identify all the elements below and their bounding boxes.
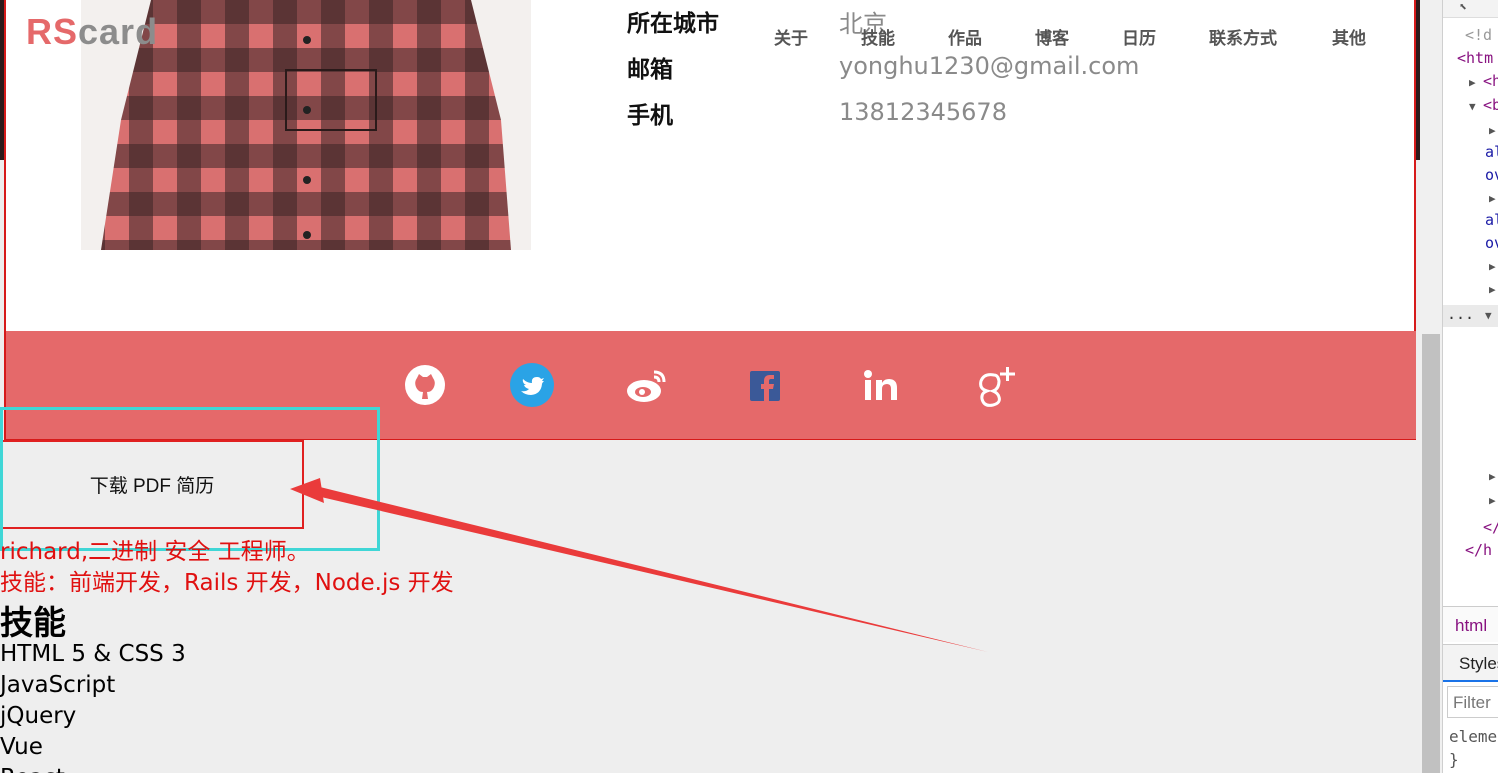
skill-item: HTML 5 & CSS 3 — [0, 641, 186, 667]
email-value[interactable]: yonghu1230@gmail.com — [839, 52, 1139, 80]
dom-line[interactable]: ov — [1485, 166, 1498, 188]
social-links-bar — [6, 331, 1416, 439]
dom-line[interactable]: <htm — [1457, 49, 1493, 71]
expand-triangle-icon[interactable]: ▶ — [1489, 283, 1496, 296]
collapse-triangle-icon[interactable]: ▼ — [1485, 309, 1492, 322]
styles-filter-input[interactable]: Filter — [1447, 686, 1498, 718]
nav-blog[interactable]: 博客 — [1035, 24, 1069, 49]
nav-contact[interactable]: 联系方式 — [1209, 24, 1277, 49]
collapse-triangle-icon[interactable]: ▼ — [1469, 100, 1476, 113]
expand-triangle-icon[interactable]: ▶ — [1489, 192, 1496, 205]
dom-line[interactable]: al — [1485, 211, 1498, 233]
expand-triangle-icon[interactable]: ▶ — [1489, 470, 1496, 483]
scrollbar-thumb[interactable] — [1422, 334, 1440, 773]
dom-line[interactable]: ov — [1485, 234, 1498, 256]
weibo-icon[interactable] — [624, 363, 668, 407]
dom-line[interactable]: </h — [1465, 541, 1492, 563]
download-pdf-button[interactable]: 下载 PDF 简历 — [0, 440, 304, 529]
skills-heading: 技能 — [0, 603, 66, 642]
selected-node-row[interactable]: ... ▼ — [1443, 305, 1498, 327]
style-rule-close: } — [1449, 750, 1459, 769]
devtools-panel: ⬉ <!d <htm ▶ <h ▼ <b ▶ al ov ▶ al ov ▶ ▶… — [1442, 0, 1498, 773]
dom-line[interactable]: </ — [1483, 518, 1498, 540]
email-label: 邮箱 — [627, 57, 673, 83]
phone-label: 手机 — [627, 103, 673, 129]
style-rule-selector: eleme — [1449, 727, 1498, 746]
skill-item: React — [0, 765, 65, 773]
profile-card: 所在城市 北京 邮箱 yonghu1230@gmail.com 手机 13812… — [4, 0, 1416, 440]
skill-item: JavaScript — [0, 672, 116, 698]
nav-other[interactable]: 其他 — [1332, 24, 1366, 49]
page-scrollbar[interactable] — [1420, 0, 1442, 773]
google-plus-icon[interactable] — [972, 363, 1024, 407]
page-viewport: 所在城市 北京 邮箱 yonghu1230@gmail.com 手机 13812… — [0, 0, 1420, 773]
dom-line[interactable]: al — [1485, 143, 1498, 165]
nav-works[interactable]: 作品 — [948, 24, 982, 49]
expand-triangle-icon[interactable]: ▶ — [1489, 124, 1496, 137]
nav-about[interactable]: 关于 — [774, 24, 808, 49]
facebook-icon[interactable] — [748, 363, 792, 407]
dom-line[interactable]: <!d — [1465, 26, 1492, 48]
skill-item: Vue — [0, 734, 43, 760]
devtools-breadcrumb-html[interactable]: html — [1443, 606, 1498, 642]
twitter-icon[interactable] — [510, 363, 554, 407]
devtools-toolbar: ⬉ — [1443, 0, 1498, 18]
nav-skills[interactable]: 技能 — [861, 24, 895, 49]
nav-calendar[interactable]: 日历 — [1122, 24, 1156, 49]
skill-item: jQuery — [0, 703, 77, 729]
tab-styles[interactable]: Styles — [1443, 644, 1498, 682]
dom-line[interactable]: <b — [1483, 96, 1498, 118]
expand-triangle-icon[interactable]: ▶ — [1489, 260, 1496, 273]
intro-line-1: richard,二进制 安全 工程师。 — [0, 539, 310, 565]
inspect-cursor-icon[interactable]: ⬉ — [1459, 0, 1467, 15]
linkedin-icon[interactable] — [862, 363, 906, 407]
phone-value: 13812345678 — [839, 98, 1007, 126]
intro-line-2: 技能：前端开发，Rails 开发，Node.js 开发 — [0, 570, 454, 596]
dom-line[interactable]: <h — [1483, 72, 1498, 94]
expand-triangle-icon[interactable]: ▶ — [1489, 494, 1496, 507]
github-icon[interactable] — [403, 363, 447, 407]
expand-triangle-icon[interactable]: ▶ — [1469, 76, 1476, 89]
ellipsis-icon[interactable]: ... — [1447, 305, 1474, 323]
main-nav: 关于 技能 作品 博客 日历 联系方式 其他 — [0, 24, 1420, 49]
